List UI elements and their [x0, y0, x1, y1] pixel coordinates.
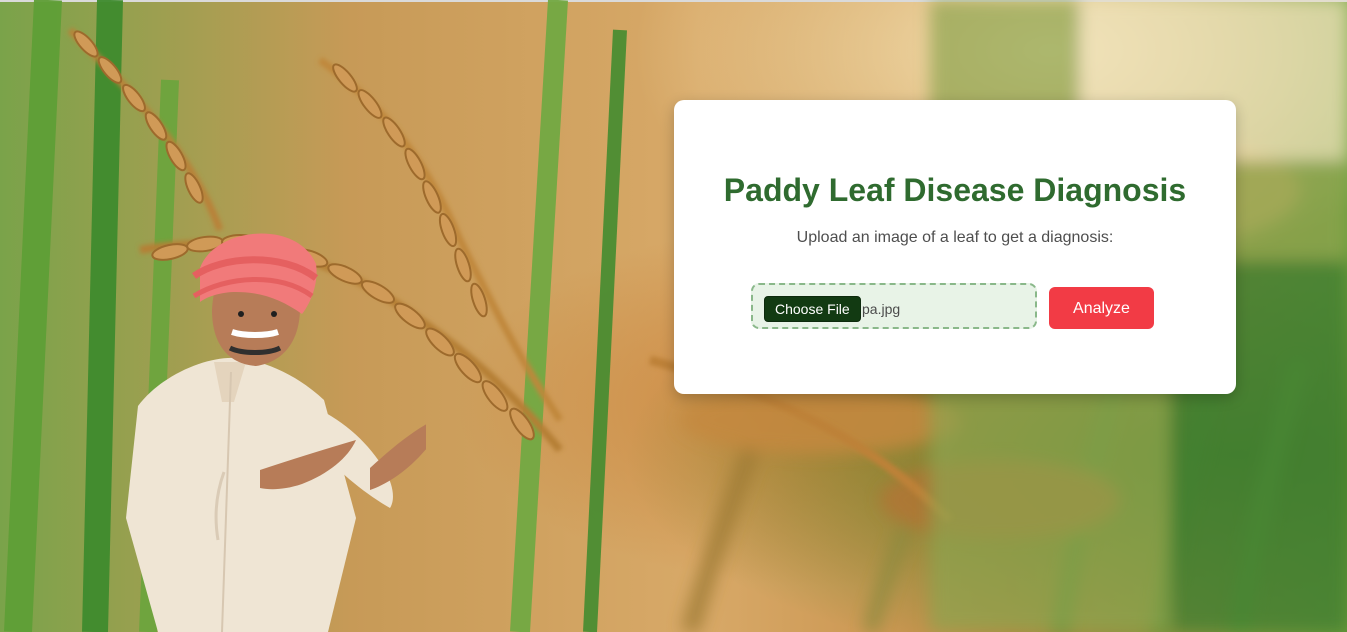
selected-file-name: pa.jpg: [862, 301, 901, 317]
file-upload-dropzone[interactable]: Choose File pa.jpg: [751, 283, 1037, 329]
page-title: Paddy Leaf Disease Diagnosis: [723, 172, 1187, 208]
analyze-button[interactable]: Analyze: [1049, 287, 1154, 329]
choose-file-button[interactable]: Choose File: [764, 296, 861, 322]
diagnosis-card: Paddy Leaf Disease Diagnosis Upload an i…: [674, 100, 1236, 394]
upload-instruction: Upload an image of a leaf to get a diagn…: [796, 229, 1114, 246]
farmer-illustration: [126, 233, 426, 632]
page: Paddy Leaf Disease Diagnosis Upload an i…: [0, 0, 1347, 632]
